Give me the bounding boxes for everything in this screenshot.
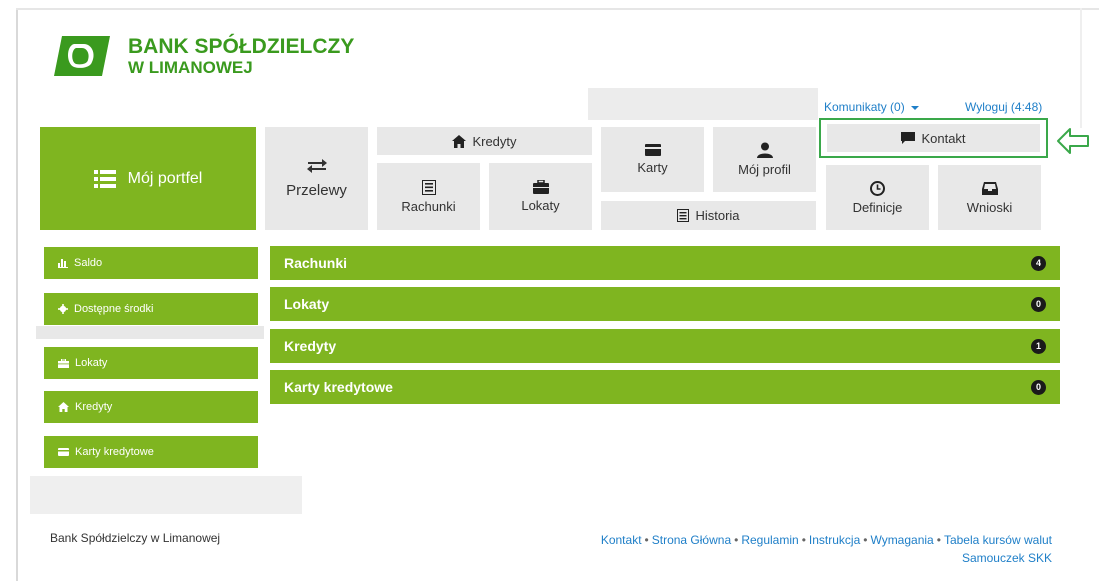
annotation-arrow-icon: [1057, 128, 1089, 154]
footer-link-samouczek[interactable]: Samouczek SKK: [962, 551, 1052, 565]
list-icon: [93, 169, 116, 188]
summary-row-label: Rachunki: [284, 255, 348, 271]
nav-kredyty-label: Kredyty: [472, 133, 517, 149]
clock-icon: [870, 180, 885, 196]
inbox-icon: [981, 181, 998, 195]
nav-definicje[interactable]: Definicje: [826, 165, 929, 230]
nav-rachunki-label: Rachunki: [401, 198, 456, 214]
briefcase-icon: [532, 180, 549, 194]
gear-icon: [58, 304, 68, 314]
sidebar-item-label: Saldo: [74, 257, 103, 269]
footer-link-regulamin[interactable]: Regulamin: [741, 533, 798, 547]
count-badge: 1: [1031, 338, 1046, 354]
briefcase-icon: [58, 358, 69, 368]
ledger-icon: [421, 179, 436, 195]
summary-row-label: Lokaty: [284, 296, 330, 312]
bank-name-line1: BANK SPÓŁDZIELCZY: [128, 35, 355, 58]
footer-link-tabela-kursow[interactable]: Tabela kursów walut: [944, 533, 1052, 547]
nav-historia-label: Historia: [695, 208, 740, 223]
footer-bank-name: Bank Spółdzielczy w Limanowej: [50, 531, 221, 545]
sidebar-item-lokaty[interactable]: Lokaty: [44, 347, 258, 379]
nav-kontakt-label: Kontakt: [921, 130, 966, 146]
nav-kontakt[interactable]: Kontakt: [827, 124, 1040, 152]
sidebar-item-dostepne-srodki[interactable]: Dostępne środki: [44, 293, 258, 325]
card-icon: [58, 448, 69, 456]
summary-row-kredyty[interactable]: Kredyty 1: [270, 329, 1060, 363]
messages-link[interactable]: Komunikaty (0): [824, 100, 919, 114]
footer-strip: [30, 476, 302, 514]
nav-lokaty-label: Lokaty: [521, 198, 560, 213]
home-icon: [58, 402, 69, 412]
nav-definicje-label: Definicje: [852, 199, 903, 215]
count-badge: 0: [1031, 296, 1046, 312]
bank-name: BANK SPÓŁDZIELCZY W LIMANOWEJ: [128, 36, 354, 76]
sidebar-item-label: Lokaty: [75, 357, 108, 369]
nav-kredyty[interactable]: Kredyty: [377, 127, 592, 155]
footer-link-wymagania[interactable]: Wymagania: [870, 533, 933, 547]
nav-przelewy-label: Przelewy: [286, 182, 347, 199]
sidebar-item-kredyty[interactable]: Kredyty: [44, 391, 258, 423]
nav-kontakt-highlight: Kontakt: [819, 118, 1048, 158]
sidebar-item-saldo[interactable]: Saldo: [44, 247, 258, 279]
footer-links: Kontakt • Strona Główna • Regulamin • Instrukc…: [600, 533, 1052, 565]
user-icon: [756, 142, 773, 158]
card-icon: [644, 144, 661, 156]
home-icon: [452, 134, 467, 148]
footer-link-instrukcja[interactable]: Instrukcja: [809, 533, 860, 547]
nav-moj-portfel-label: Mój portfel: [127, 169, 203, 187]
logout-link[interactable]: Wyloguj (4:48): [965, 100, 1042, 114]
bank-logo-icon[interactable]: [52, 34, 112, 78]
caret-down-icon: [910, 105, 919, 110]
footer-link-strona-glowna[interactable]: Strona Główna: [652, 533, 731, 547]
nav-moj-profil[interactable]: Mój profil: [713, 127, 816, 192]
nav-wnioski-label: Wnioski: [966, 199, 1013, 215]
footer-link-kontakt[interactable]: Kontakt: [601, 533, 642, 547]
sidebar-item-label: Kredyty: [75, 401, 113, 413]
chat-icon: [901, 132, 916, 144]
header-strip: [588, 88, 818, 120]
messages-label: Komunikaty (0): [824, 100, 905, 114]
nav-przelewy[interactable]: Przelewy: [265, 127, 368, 230]
summary-row-karty-kredytowe[interactable]: Karty kredytowe 0: [270, 370, 1060, 404]
sidebar-item-label: Dostępne środki: [74, 303, 154, 315]
sidebar-item-label: Karty kredytowe: [75, 446, 154, 458]
sidebar-item-karty-kredytowe[interactable]: Karty kredytowe: [44, 436, 258, 468]
summary-row-rachunki[interactable]: Rachunki 4: [270, 246, 1060, 280]
nav-karty[interactable]: Karty: [601, 127, 704, 192]
bank-name-line2: W LIMANOWEJ: [128, 58, 253, 77]
nav-moj-portfel[interactable]: Mój portfel: [40, 127, 256, 230]
nav-karty-label: Karty: [637, 160, 668, 175]
ledger-icon: [677, 209, 690, 222]
bar-chart-icon: [58, 258, 68, 268]
nav-rachunki[interactable]: Rachunki: [377, 163, 480, 230]
nav-moj-profil-label: Mój profil: [738, 162, 791, 177]
summary-row-label: Karty kredytowe: [284, 379, 393, 395]
transfer-arrows-icon: [306, 159, 327, 173]
nav-lokaty[interactable]: Lokaty: [489, 163, 592, 230]
sidebar-separator: [36, 326, 264, 339]
nav-historia[interactable]: Historia: [601, 201, 816, 230]
nav-wnioski[interactable]: Wnioski: [938, 165, 1041, 230]
count-badge: 4: [1031, 255, 1046, 271]
summary-row-label: Kredyty: [284, 338, 337, 354]
count-badge: 0: [1031, 379, 1046, 395]
summary-row-lokaty[interactable]: Lokaty 0: [270, 287, 1060, 321]
